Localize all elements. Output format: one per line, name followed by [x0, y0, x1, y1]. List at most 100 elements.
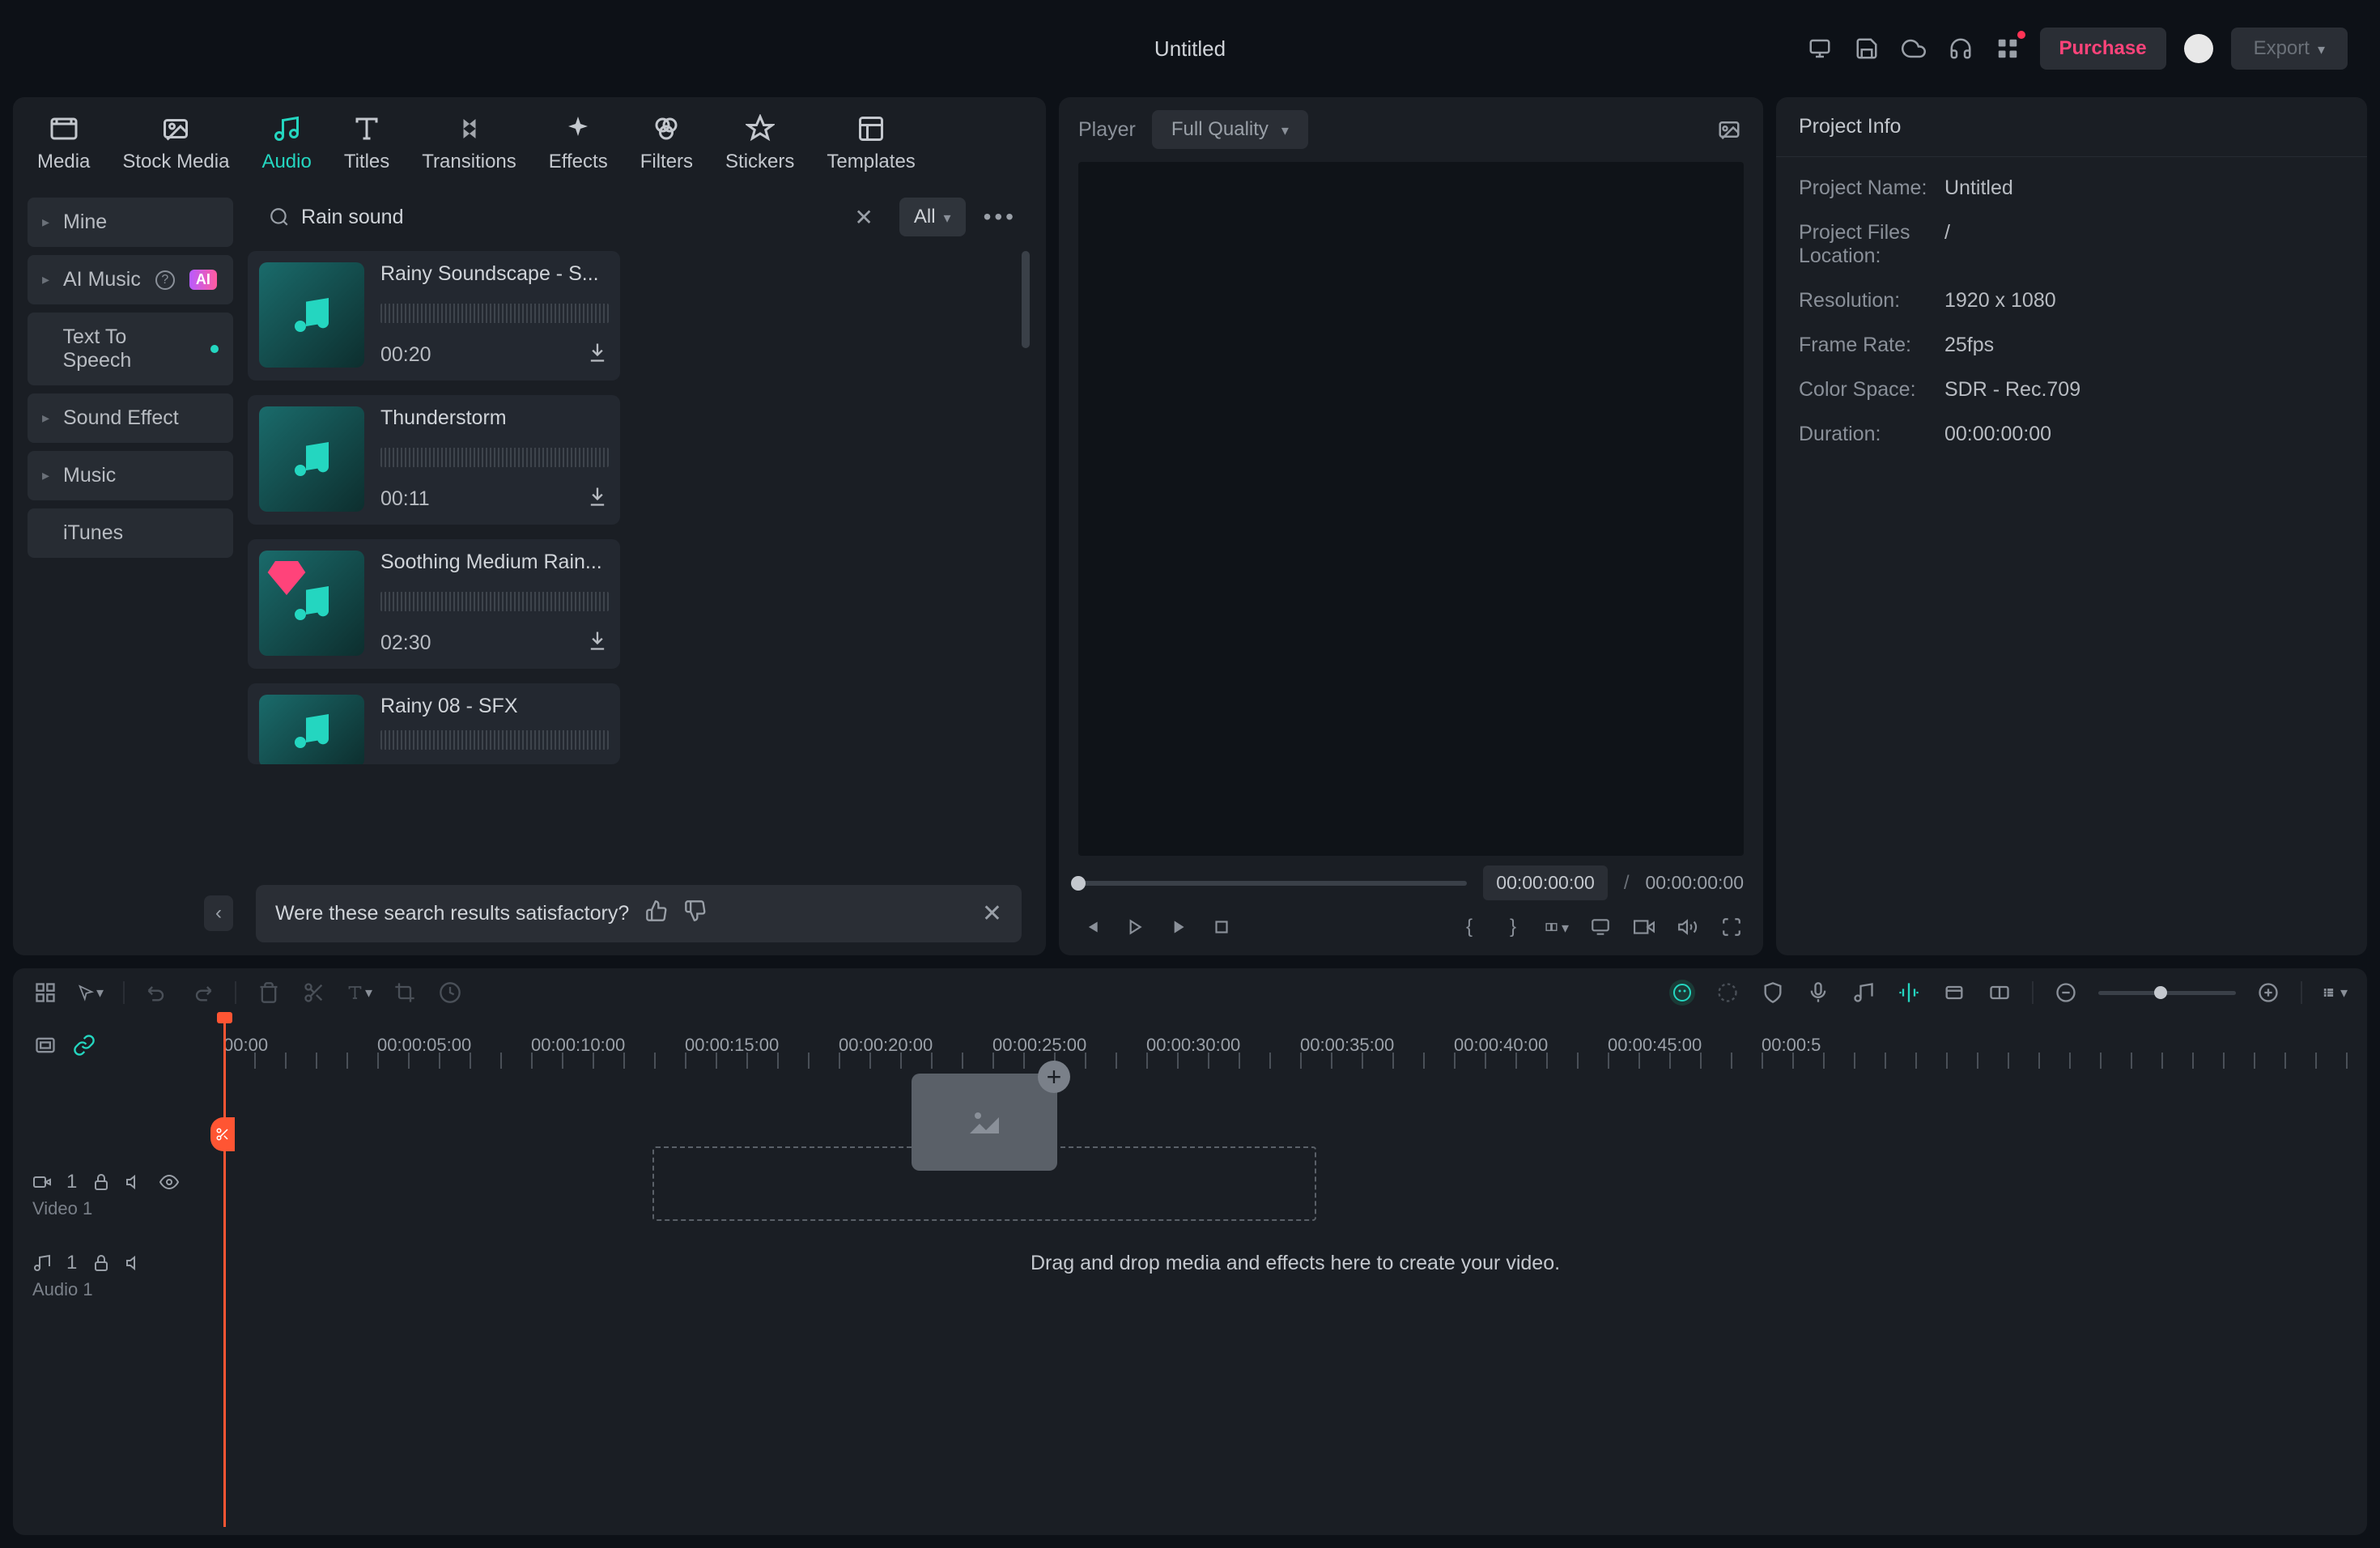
feedback-close-button[interactable]: ✕: [982, 899, 1002, 928]
tab-transitions[interactable]: Transitions: [422, 113, 516, 173]
link-tracks-icon[interactable]: [71, 1032, 97, 1058]
save-icon[interactable]: [1852, 34, 1881, 63]
zoom-in-button[interactable]: [2255, 980, 2281, 1006]
audio-duration: 00:20: [380, 343, 431, 367]
fullscreen-icon[interactable]: [1719, 915, 1744, 939]
step-back-button[interactable]: [1122, 915, 1146, 939]
tab-audio[interactable]: Audio: [261, 113, 311, 173]
lock-icon[interactable]: [91, 1253, 111, 1273]
clear-search-button[interactable]: ✕: [854, 204, 873, 231]
thumbs-up-button[interactable]: [645, 899, 668, 928]
eye-icon[interactable]: [159, 1172, 179, 1192]
mic-icon[interactable]: [1805, 980, 1831, 1006]
stop-button[interactable]: [1209, 915, 1234, 939]
redo-button[interactable]: [189, 980, 215, 1006]
sidebar-item-tts[interactable]: Text To Speech: [28, 313, 233, 385]
tab-stock-media[interactable]: Stock Media: [122, 113, 229, 173]
grid-icon[interactable]: [32, 980, 58, 1006]
speed-icon[interactable]: [437, 980, 463, 1006]
delete-button[interactable]: [256, 980, 282, 1006]
music-note-icon[interactable]: [1851, 980, 1876, 1006]
time-separator: /: [1624, 872, 1630, 895]
download-button[interactable]: [586, 341, 609, 369]
compare-icon[interactable]: [1545, 915, 1569, 939]
zoom-slider[interactable]: [2098, 991, 2236, 995]
track-area[interactable]: + Drag and drop media and effects here t…: [223, 1074, 2367, 1519]
timeline-snap-icon[interactable]: [32, 1032, 58, 1058]
selection-tool-icon[interactable]: [78, 980, 104, 1006]
aspect-icon[interactable]: [1987, 980, 2012, 1006]
playhead-cut-icon[interactable]: [210, 1117, 235, 1151]
sidebar-item-sound-effect[interactable]: ▸Sound Effect: [28, 393, 233, 443]
audio-result[interactable]: Rainy Soundscape - S... 00:20: [248, 251, 620, 381]
waveform: [380, 304, 609, 323]
camera-icon[interactable]: [1632, 915, 1656, 939]
split-button[interactable]: [301, 980, 327, 1006]
tab-stickers[interactable]: Stickers: [725, 113, 794, 173]
tab-titles[interactable]: Titles: [344, 113, 389, 173]
download-button[interactable]: [586, 629, 609, 657]
sidebar-item-music[interactable]: ▸Music: [28, 451, 233, 500]
export-button[interactable]: Export: [2231, 28, 2348, 70]
lock-icon[interactable]: [91, 1172, 111, 1192]
video-track-label: Video 1: [32, 1198, 204, 1219]
keyframe-icon[interactable]: [1941, 980, 1967, 1006]
playhead[interactable]: [223, 1017, 226, 1527]
shield-icon[interactable]: [1760, 980, 1786, 1006]
video-track-header[interactable]: 1 Video 1: [13, 1155, 223, 1235]
download-button[interactable]: [586, 485, 609, 513]
mute-icon[interactable]: [125, 1253, 145, 1273]
time-ruler[interactable]: 00:0000:00:05:0000:00:10:0000:00:15:0000…: [223, 1017, 2367, 1074]
drop-hint-text: Drag and drop media and effects here to …: [223, 1252, 2367, 1275]
more-options-button[interactable]: •••: [979, 204, 1022, 230]
audio-thumbnail: [259, 406, 364, 512]
scrollbar[interactable]: [1022, 251, 1030, 877]
prev-frame-button[interactable]: [1078, 915, 1103, 939]
cloud-icon[interactable]: [1899, 34, 1928, 63]
quality-dropdown[interactable]: Full Quality: [1152, 110, 1308, 149]
audio-track-header[interactable]: 1 Audio 1: [13, 1235, 223, 1316]
volume-icon[interactable]: [1676, 915, 1700, 939]
mute-icon[interactable]: [125, 1172, 145, 1192]
sidebar-item-itunes[interactable]: iTunes: [28, 508, 233, 558]
current-time: 00:00:00:00: [1483, 865, 1608, 900]
display-icon[interactable]: [1805, 34, 1834, 63]
feedback-text: Were these search results satisfactory?: [275, 902, 629, 925]
player-canvas[interactable]: [1078, 162, 1744, 856]
audio-result[interactable]: Soothing Medium Rain... 02:30: [248, 539, 620, 669]
assets-panel: Media Stock Media Audio Titles Transitio…: [13, 97, 1046, 955]
apps-icon[interactable]: [1993, 34, 2022, 63]
progress-bar[interactable]: [1078, 881, 1467, 886]
tab-effects[interactable]: Effects: [549, 113, 608, 173]
audio-result[interactable]: Thunderstorm 00:11: [248, 395, 620, 525]
ai-face-icon[interactable]: [1669, 980, 1695, 1006]
brace-close-icon[interactable]: }: [1501, 915, 1525, 939]
undo-button[interactable]: [144, 980, 170, 1006]
audio-enhance-icon[interactable]: [1896, 980, 1922, 1006]
help-icon[interactable]: ?: [155, 270, 175, 290]
text-icon[interactable]: [346, 980, 372, 1006]
sidebar-collapse-button[interactable]: ‹: [204, 895, 233, 931]
headphones-icon[interactable]: [1946, 34, 1975, 63]
tab-filters[interactable]: Filters: [640, 113, 693, 173]
sidebar-item-mine[interactable]: ▸Mine: [28, 198, 233, 247]
purchase-button[interactable]: Purchase: [2040, 28, 2166, 70]
thumbs-down-button[interactable]: [684, 899, 707, 928]
list-view-icon[interactable]: [2322, 980, 2348, 1006]
play-button[interactable]: [1166, 915, 1190, 939]
search-input[interactable]: [301, 206, 843, 229]
crop-icon[interactable]: [392, 980, 418, 1006]
audio-result[interactable]: Rainy 08 - SFX: [248, 683, 620, 764]
filter-dropdown[interactable]: All: [899, 198, 966, 236]
add-media-button[interactable]: +: [1038, 1061, 1070, 1093]
avatar[interactable]: [2184, 34, 2213, 63]
drop-zone[interactable]: [652, 1146, 1316, 1221]
sidebar-item-ai-music[interactable]: ▸AI Music?AI: [28, 255, 233, 304]
snapshot-icon[interactable]: [1715, 115, 1744, 144]
tab-media[interactable]: Media: [37, 113, 90, 173]
monitor-icon[interactable]: [1588, 915, 1613, 939]
color-wheel-icon[interactable]: [1715, 980, 1740, 1006]
zoom-out-button[interactable]: [2053, 980, 2079, 1006]
tab-templates[interactable]: Templates: [827, 113, 915, 173]
brace-open-icon[interactable]: {: [1457, 915, 1481, 939]
